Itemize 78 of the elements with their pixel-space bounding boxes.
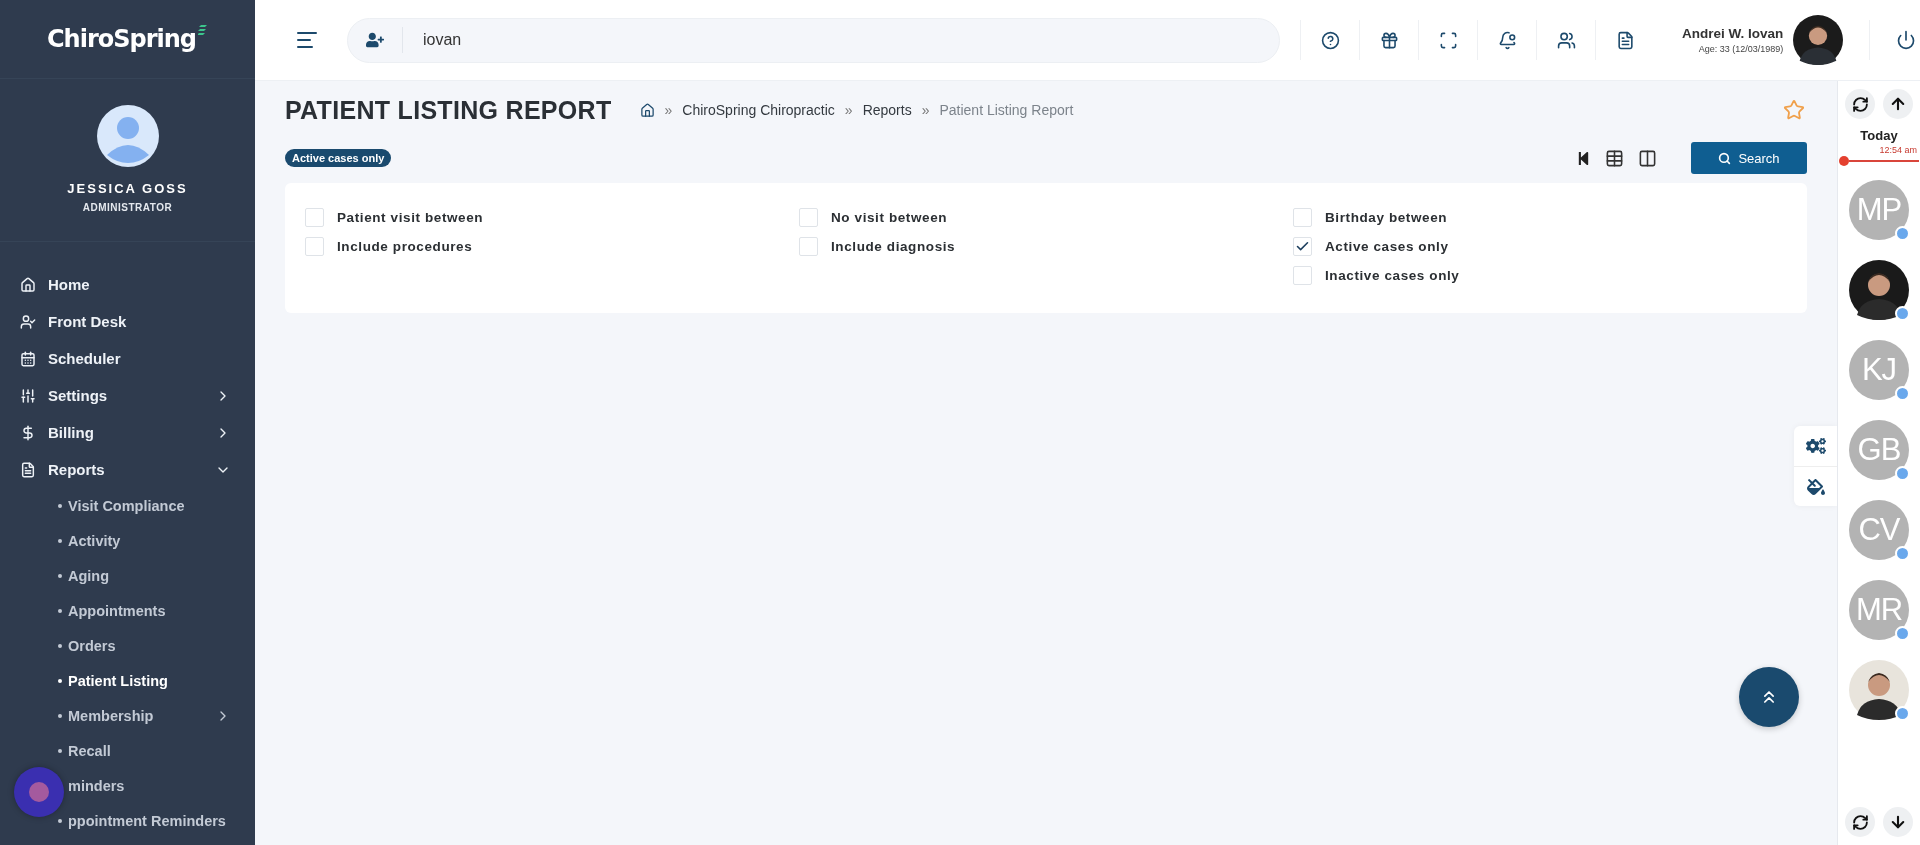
filter-checkbox[interactable]: Include procedures (305, 234, 799, 258)
online-status-dot (1895, 546, 1910, 561)
breadcrumb-separator: » (921, 102, 930, 118)
nav-subitem[interactable]: Appointments (0, 593, 255, 628)
star-icon[interactable] (1783, 99, 1805, 121)
nav-icon (20, 387, 36, 404)
floating-widget-button[interactable] (14, 767, 64, 817)
current-time-line: 12:54 am (1839, 145, 1919, 166)
scroll-up-button[interactable] (1883, 89, 1913, 119)
power-icon[interactable] (1896, 30, 1917, 50)
nav-subitem[interactable]: ppointment Reminders (0, 803, 255, 838)
nav-item[interactable]: Settings (0, 377, 255, 414)
nav-icon (20, 461, 36, 478)
filter-tag: Active cases only (285, 149, 392, 167)
logo: ChiroSpring (46, 25, 208, 53)
nav-item[interactable]: Home (0, 266, 255, 303)
breadcrumb-link[interactable]: Reports (862, 102, 912, 118)
user-name: JESSICA GOSS (67, 181, 188, 196)
online-status-dot (1895, 626, 1910, 641)
refresh-icon (1851, 95, 1869, 113)
refresh-button[interactable] (1845, 807, 1875, 837)
table-icon[interactable] (1605, 148, 1624, 168)
nav-subitem[interactable]: Visit Compliance (0, 488, 255, 523)
breadcrumb-separator: » (844, 102, 853, 118)
notification-icon[interactable] (1497, 30, 1517, 50)
fullscreen-icon[interactable] (1438, 30, 1458, 50)
search-field[interactable]: iovan (421, 30, 1279, 50)
breadcrumb-separator: » (664, 102, 673, 118)
online-status-dot (1895, 306, 1910, 321)
gift-icon[interactable] (1379, 30, 1399, 50)
paint-bucket-icon[interactable] (1806, 477, 1825, 496)
page-title: PATIENT LISTING REPORT (285, 95, 612, 125)
nav-icon (20, 313, 36, 330)
search-bar[interactable]: iovan (347, 17, 1280, 63)
columns-icon[interactable] (1638, 148, 1657, 168)
online-status-dot (1895, 466, 1910, 481)
filter-checkbox[interactable]: Birthday between (1293, 205, 1787, 229)
help-icon[interactable] (1320, 30, 1340, 50)
filter-checkbox[interactable]: Active cases only (1293, 234, 1787, 258)
skip-back-icon[interactable] (1576, 150, 1591, 166)
online-status-dot (1895, 386, 1910, 401)
filter-checkbox[interactable]: Inactive cases only (1293, 263, 1787, 287)
users-icon[interactable] (1556, 30, 1576, 50)
online-status-dot (1895, 226, 1910, 241)
scroll-down-button[interactable] (1883, 807, 1913, 837)
document-icon[interactable] (1615, 30, 1635, 50)
nav-subitem[interactable]: Membership (0, 698, 255, 733)
filter-checkbox[interactable]: Patient visit between (305, 205, 799, 229)
filter-checkbox[interactable]: Include diagnosis (799, 234, 1293, 258)
scroll-top-button[interactable] (1739, 667, 1799, 727)
search-icon (1718, 151, 1732, 165)
search-button[interactable]: Search (1691, 142, 1807, 174)
add-patient-icon[interactable] (366, 31, 384, 49)
nav-subitem[interactable]: Recall (0, 733, 255, 768)
nav-item[interactable]: Front Desk (0, 303, 255, 340)
breadcrumb-link[interactable]: ChiroSpring Chiropractic (682, 102, 835, 118)
nav-subitem[interactable]: Patient Listing (0, 663, 255, 698)
nav-subitem[interactable]: Activity (0, 523, 255, 558)
nav-item[interactable]: Scheduler (0, 340, 255, 377)
home-icon[interactable] (639, 102, 655, 118)
filter-checkbox[interactable]: No visit between (799, 205, 1293, 229)
avatar-icon (96, 105, 159, 167)
day-label: Today (1860, 128, 1898, 143)
nav-subitem[interactable]: Aging (0, 558, 255, 593)
arrow-down-icon (1889, 813, 1907, 831)
settings-icon[interactable] (1805, 436, 1826, 456)
patient-name: Andrei W. Iovan (1682, 26, 1784, 41)
patient-details: Age: 33 (12/03/1989) (1698, 44, 1784, 54)
nav-icon (20, 424, 36, 441)
nav-icon (20, 350, 36, 367)
nav-item[interactable]: Billing (0, 414, 255, 451)
refresh-icon (1851, 813, 1869, 831)
online-status-dot (1895, 706, 1910, 721)
nav-item[interactable]: Reports (0, 451, 255, 488)
refresh-button[interactable] (1845, 89, 1875, 119)
nav-icon (20, 276, 36, 293)
user-role: ADMINISTRATOR (82, 202, 173, 213)
nav-subitem[interactable]: Orders (0, 628, 255, 663)
